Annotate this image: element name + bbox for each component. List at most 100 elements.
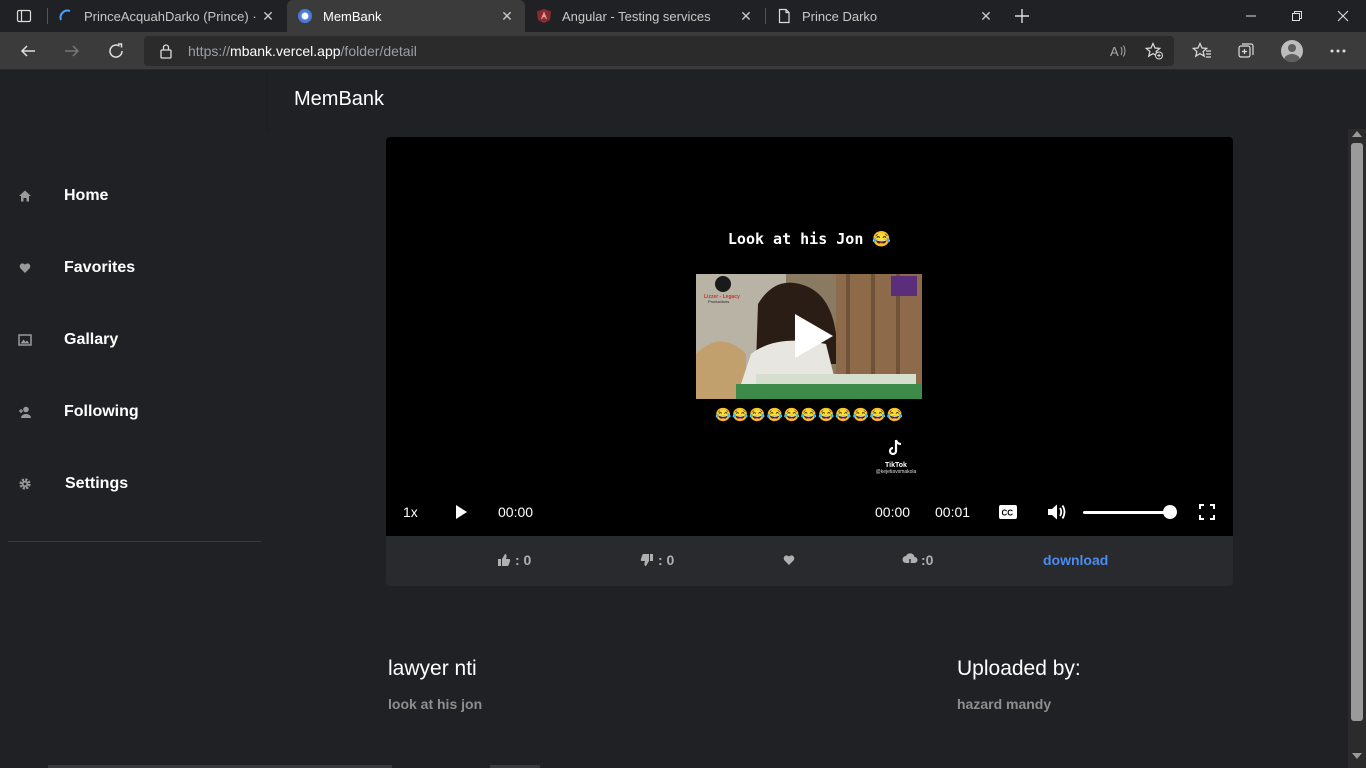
page-title[interactable]: MemBank [294,88,384,111]
sidebar-item-home[interactable]: Home [0,176,268,216]
tab-title: Angular - Testing services [562,8,711,24]
thumbs-down-icon [639,552,655,568]
tab-actions-button[interactable] [8,4,40,28]
collections-icon [1238,43,1254,58]
tab-github[interactable]: PrinceAcquahDarko (Prince) · Git ✕ [48,0,286,32]
favorite-button[interactable] [781,552,800,568]
thumbs-up-icon [496,552,512,568]
url-field[interactable]: https://mbank.vercel.app/folder/detail A [144,36,1174,66]
tab-angular[interactable]: Angular - Testing services ✕ [526,0,764,32]
close-icon [1337,10,1349,22]
play-icon [456,505,467,519]
sidebar-item-label: Favorites [64,259,136,276]
url-scheme: https:// [188,43,231,59]
scroll-down-icon[interactable] [1352,753,1362,759]
github-icon [58,8,74,24]
back-button[interactable] [14,37,42,65]
profile-button[interactable] [1278,37,1306,65]
current-time: 00:00 [498,504,534,520]
sidebar-item-label: Gallary [64,331,119,348]
page-scrollbar[interactable] [1348,129,1366,768]
scrollbar-thumb[interactable] [1351,143,1363,721]
svg-text:A: A [1110,44,1119,59]
arrow-left-icon [20,45,35,57]
restore-icon [1292,11,1302,21]
dislike-button[interactable]: : 0 [639,552,674,568]
membank-icon [297,8,313,24]
read-aloud-icon[interactable]: A [1106,39,1130,63]
video-emoji-caption: 😂😂😂😂😂😂😂😂😂😂😂 [714,407,905,422]
tiktok-watermark: TikTok @kejetiavsmakola [866,439,926,475]
sidebar-item-favorites[interactable]: Favorites [0,248,268,288]
volume-slider-handle[interactable] [1163,505,1178,519]
fullscreen-button[interactable] [1199,499,1215,525]
image-icon [17,332,33,348]
document-icon [776,8,792,24]
meme-title: lawyer nti [388,657,477,680]
video-thumbnail[interactable]: Lizzer - Legacy Productions [696,274,922,399]
close-icon[interactable]: ✕ [260,8,276,24]
settings-more-button[interactable] [1324,37,1352,65]
add-favorite-icon[interactable] [1142,39,1166,63]
favorites-button[interactable] [1188,37,1216,65]
heart-icon [17,260,33,276]
close-icon[interactable]: ✕ [738,8,754,24]
more-icon [1330,49,1346,53]
heart-icon [781,552,797,568]
url-host: mbank.vercel.app [230,43,341,59]
tab-title: Prince Darko [802,8,878,24]
tab-title: PrinceAcquahDarko (Prince) · Git [84,8,260,24]
sidebar: Home Favorites Gallary Following Setting… [0,71,268,768]
address-bar: https://mbank.vercel.app/folder/detail A [0,32,1366,70]
like-count: : 0 [515,552,532,568]
elapsed-time: 00:00 [875,504,911,520]
tab-membank[interactable]: MemBank ✕ [287,0,525,32]
forward-button[interactable] [58,37,86,65]
uploader-name[interactable]: hazard mandy [957,696,1051,712]
video-player[interactable]: Look at his Jon 😂 Lizzer - Legacy Produc… [386,137,1233,536]
play-button[interactable] [454,499,468,525]
close-icon[interactable]: ✕ [978,8,994,24]
uploaded-by-heading: Uploaded by: [957,657,1081,680]
volume-icon [1048,504,1066,520]
video-actions: : 0 : 0 :0 download [386,536,1233,586]
volume-slider[interactable] [1083,511,1175,514]
playback-speed-button[interactable]: 1x [403,499,418,525]
tiktok-label: TikTok [885,462,907,469]
angular-icon [536,8,552,24]
sidebar-item-label: Settings [65,475,129,492]
sidebar-item-gallary[interactable]: Gallary [0,320,268,360]
tab-prince-darko[interactable]: Prince Darko ✕ [766,0,1004,32]
scroll-up-icon[interactable] [1352,131,1362,137]
sidebar-item-settings[interactable]: Settings [0,464,268,504]
restore-button[interactable] [1274,0,1320,32]
like-button[interactable]: : 0 [496,552,531,568]
minimize-button[interactable] [1228,0,1274,32]
app-header: MemBank [268,71,1366,129]
page: Home Favorites Gallary Following Setting… [0,71,1366,768]
close-window-button[interactable] [1320,0,1366,32]
mute-button[interactable] [1047,499,1067,525]
captions-button[interactable]: CC [998,499,1018,525]
tab-title: MemBank [323,8,382,24]
download-link[interactable]: download [1043,552,1108,568]
home-icon [17,188,33,204]
duration-time: 00:01 [935,504,971,520]
favorites-icon [1192,42,1211,58]
tiktok-handle: @kejetiavsmakola [875,469,917,475]
closed-captions-icon: CC [999,505,1017,519]
gear-icon [17,476,33,492]
close-icon[interactable]: ✕ [499,8,515,24]
sidebar-divider [8,541,261,542]
video-card: Look at his Jon 😂 Lizzer - Legacy Produc… [386,137,1233,586]
fullscreen-icon [1199,504,1215,520]
sidebar-item-following[interactable]: Following [0,392,268,432]
dislike-count: : 0 [658,552,675,568]
refresh-button[interactable] [102,37,130,65]
download-count-indicator: :0 [902,552,933,568]
refresh-icon [109,43,123,58]
new-tab-button[interactable] [1010,4,1034,28]
url-path: /folder/detail [340,43,417,59]
main-content: Look at his Jon 😂 Lizzer - Legacy Produc… [268,129,1348,768]
collections-button[interactable] [1232,37,1260,65]
